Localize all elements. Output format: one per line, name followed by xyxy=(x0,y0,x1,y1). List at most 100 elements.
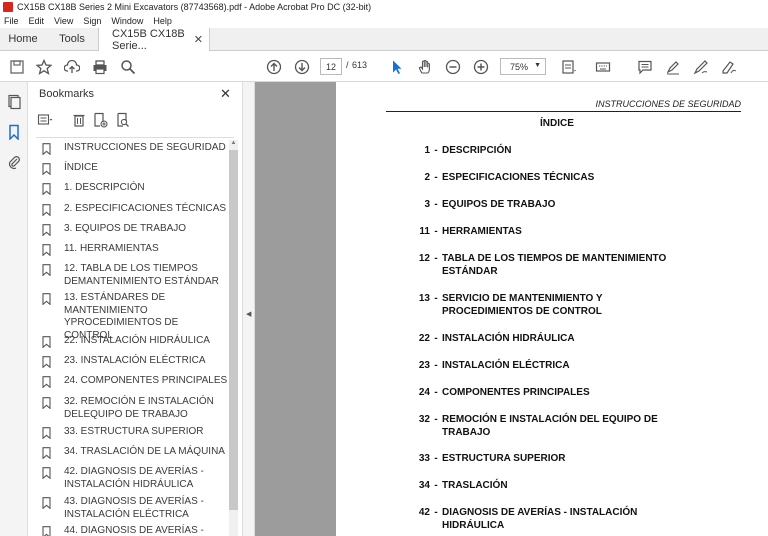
bookmark-label: 23. INSTALACIÓN ELÉCTRICA xyxy=(64,355,206,366)
scrollbar-thumb[interactable] xyxy=(229,150,238,510)
menu-file[interactable]: File xyxy=(4,16,19,26)
bookmark-item[interactable]: 34. TRASLACIÓN DE LA MÁQUINA xyxy=(42,446,228,462)
page-total: 613 xyxy=(352,60,368,70)
comment-icon[interactable] xyxy=(636,58,654,76)
collapse-panel-icon[interactable]: ◀ xyxy=(246,310,251,318)
toc-dash: - xyxy=(434,360,438,371)
bookmark-icon xyxy=(42,183,56,198)
scroll-up-arrow-icon[interactable]: ▲ xyxy=(229,140,238,149)
trash-icon[interactable] xyxy=(71,112,87,128)
chevron-down-icon: ▼ xyxy=(534,62,541,69)
toc-text: INSTALACIÓN HIDRÁULICA xyxy=(442,333,575,344)
bookmark-label: 44. DIAGNOSIS DE AVERÍAS - MOTOR xyxy=(64,525,204,536)
new-bookmark-icon[interactable] xyxy=(93,112,109,128)
header-rule xyxy=(386,111,741,112)
page-thumbnails-icon[interactable] xyxy=(6,94,22,110)
bookmark-item[interactable]: 22. INSTALACIÓN HIDRÁULICA xyxy=(42,335,228,351)
toc-number: 1 xyxy=(424,145,430,156)
zoom-in-icon[interactable] xyxy=(472,58,490,76)
close-icon[interactable]: ✕ xyxy=(220,86,231,102)
bookmark-icon xyxy=(42,427,56,442)
draw-icon[interactable] xyxy=(692,58,710,76)
bookmark-item[interactable]: 32. REMOCIÓN E INSTALACIÓN DELEQUIPO DE … xyxy=(42,396,228,421)
page-number-input[interactable]: 12 xyxy=(320,58,342,75)
menu-window[interactable]: Window xyxy=(111,16,143,26)
fit-page-icon[interactable] xyxy=(560,58,578,76)
toc-text: HERRAMIENTAS xyxy=(442,226,522,237)
bookmark-item[interactable]: 3. EQUIPOS DE TRABAJO xyxy=(42,223,228,239)
bookmark-item[interactable]: ÍNDICE xyxy=(42,162,228,178)
toc-entry: 3- EQUIPOS DE TRABAJO xyxy=(408,199,708,212)
document-gutter xyxy=(255,82,336,536)
options-menu-icon[interactable] xyxy=(37,112,53,128)
toc-entry: 2- ESPECIFICACIONES TÉCNICAS xyxy=(408,172,708,185)
bookmark-item[interactable]: 2. ESPECIFICACIONES TÉCNICAS xyxy=(42,203,228,219)
menu-help[interactable]: Help xyxy=(153,16,172,26)
bookmark-item[interactable]: INSTRUCCIONES DE SEGURIDAD xyxy=(42,142,228,158)
panel-divider xyxy=(36,137,234,138)
highlight-pen-icon[interactable] xyxy=(664,58,682,76)
toc-dash: - xyxy=(434,453,438,464)
bookmark-icon xyxy=(42,163,56,178)
bookmark-label: 32. REMOCIÓN E INSTALACIÓN DELEQUIPO DE … xyxy=(64,396,214,420)
bookmark-item[interactable]: 12. TABLA DE LOS TIEMPOS DEMANTENIMIENTO… xyxy=(42,263,228,288)
bookmark-item[interactable]: 33. ESTRUCTURA SUPERIOR xyxy=(42,426,228,442)
bookmark-label: 42. DIAGNOSIS DE AVERÍAS -INSTALACIÓN HI… xyxy=(64,466,204,490)
close-icon[interactable]: ✕ xyxy=(194,33,203,46)
tab-tools[interactable]: Tools xyxy=(46,28,98,50)
window-title: CX15B CX18B Series 2 Mini Excavators (87… xyxy=(17,2,372,12)
bookmark-icon xyxy=(42,497,56,521)
toc-entry: 34- TRASLACIÓN xyxy=(408,480,708,493)
toc-entry: 11- HERRAMIENTAS xyxy=(408,226,708,239)
toc-text: INSTALACIÓN ELÉCTRICA xyxy=(442,360,570,371)
toc-number: 11 xyxy=(419,226,430,237)
star-icon[interactable] xyxy=(35,58,53,76)
bookmark-icon xyxy=(42,376,56,391)
menu-sign[interactable]: Sign xyxy=(83,16,101,26)
panel-splitter[interactable]: ◀ xyxy=(242,82,255,536)
bookmark-item[interactable]: 42. DIAGNOSIS DE AVERÍAS -INSTALACIÓN HI… xyxy=(42,466,228,491)
bookmark-search-icon[interactable] xyxy=(115,112,131,128)
sign-icon[interactable] xyxy=(720,58,738,76)
print-icon[interactable] xyxy=(91,58,109,76)
toc-dash: - xyxy=(434,145,438,156)
navigation-rail xyxy=(0,82,28,536)
bookmark-item[interactable]: 24. COMPONENTES PRINCIPALES xyxy=(42,375,228,391)
bookmark-item[interactable]: 1. DESCRIPCIÓN xyxy=(42,182,228,198)
cloud-upload-icon[interactable] xyxy=(63,58,81,76)
menu-view[interactable]: View xyxy=(54,16,73,26)
toc-text: DESCRIPCIÓN xyxy=(442,145,512,156)
arrow-down-circle-icon[interactable] xyxy=(293,58,311,76)
bookmarks-panel: Bookmarks ✕ INSTRUCCIONES DE SEGURIDAD ÍN… xyxy=(28,82,242,536)
toc-dash: - xyxy=(434,199,438,210)
attachment-icon[interactable] xyxy=(6,154,22,170)
search-icon[interactable] xyxy=(119,58,137,76)
cursor-icon[interactable] xyxy=(388,58,406,76)
save-icon[interactable] xyxy=(8,58,26,76)
acrobat-logo-icon xyxy=(3,2,13,12)
toc-dash: - xyxy=(434,226,438,237)
menu-edit[interactable]: Edit xyxy=(29,16,45,26)
arrow-up-circle-icon[interactable] xyxy=(265,58,283,76)
bookmark-item[interactable]: 43. DIAGNOSIS DE AVERÍAS -INSTALACIÓN EL… xyxy=(42,496,228,521)
bookmark-label: 34. TRASLACIÓN DE LA MÁQUINA xyxy=(64,446,225,457)
toc-entry: 12- TABLA DE LOS TIEMPOS DE MANTENIMIENTO… xyxy=(408,253,708,278)
bookmark-item[interactable]: 11. HERRAMIENTAS xyxy=(42,243,228,259)
toc-text: TRASLACIÓN xyxy=(442,480,508,491)
zoom-out-icon[interactable] xyxy=(444,58,462,76)
bookmark-item[interactable]: 44. DIAGNOSIS DE AVERÍAS - MOTOR xyxy=(42,525,228,536)
keyboard-icon[interactable] xyxy=(594,58,612,76)
toc-text: COMPONENTES PRINCIPALES xyxy=(442,387,590,398)
tab-home[interactable]: Home xyxy=(0,28,46,50)
toc-text: ESPECIFICACIONES TÉCNICAS xyxy=(442,172,595,183)
bookmark-icon xyxy=(42,447,56,462)
tab-document[interactable]: CX15B CX18B Serie... ✕ xyxy=(98,28,210,52)
bookmark-panel-icon[interactable] xyxy=(6,124,22,140)
bookmark-icon xyxy=(42,204,56,219)
bookmark-item[interactable]: 23. INSTALACIÓN ELÉCTRICA xyxy=(42,355,228,371)
title-bar: CX15B CX18B Series 2 Mini Excavators (87… xyxy=(0,0,768,14)
bookmark-label: 22. INSTALACIÓN HIDRÁULICA xyxy=(64,335,210,346)
zoom-select[interactable]: 75% ▼ xyxy=(500,58,546,75)
hand-icon[interactable] xyxy=(416,58,434,76)
toc-text: ESTRUCTURA SUPERIOR xyxy=(442,453,566,464)
